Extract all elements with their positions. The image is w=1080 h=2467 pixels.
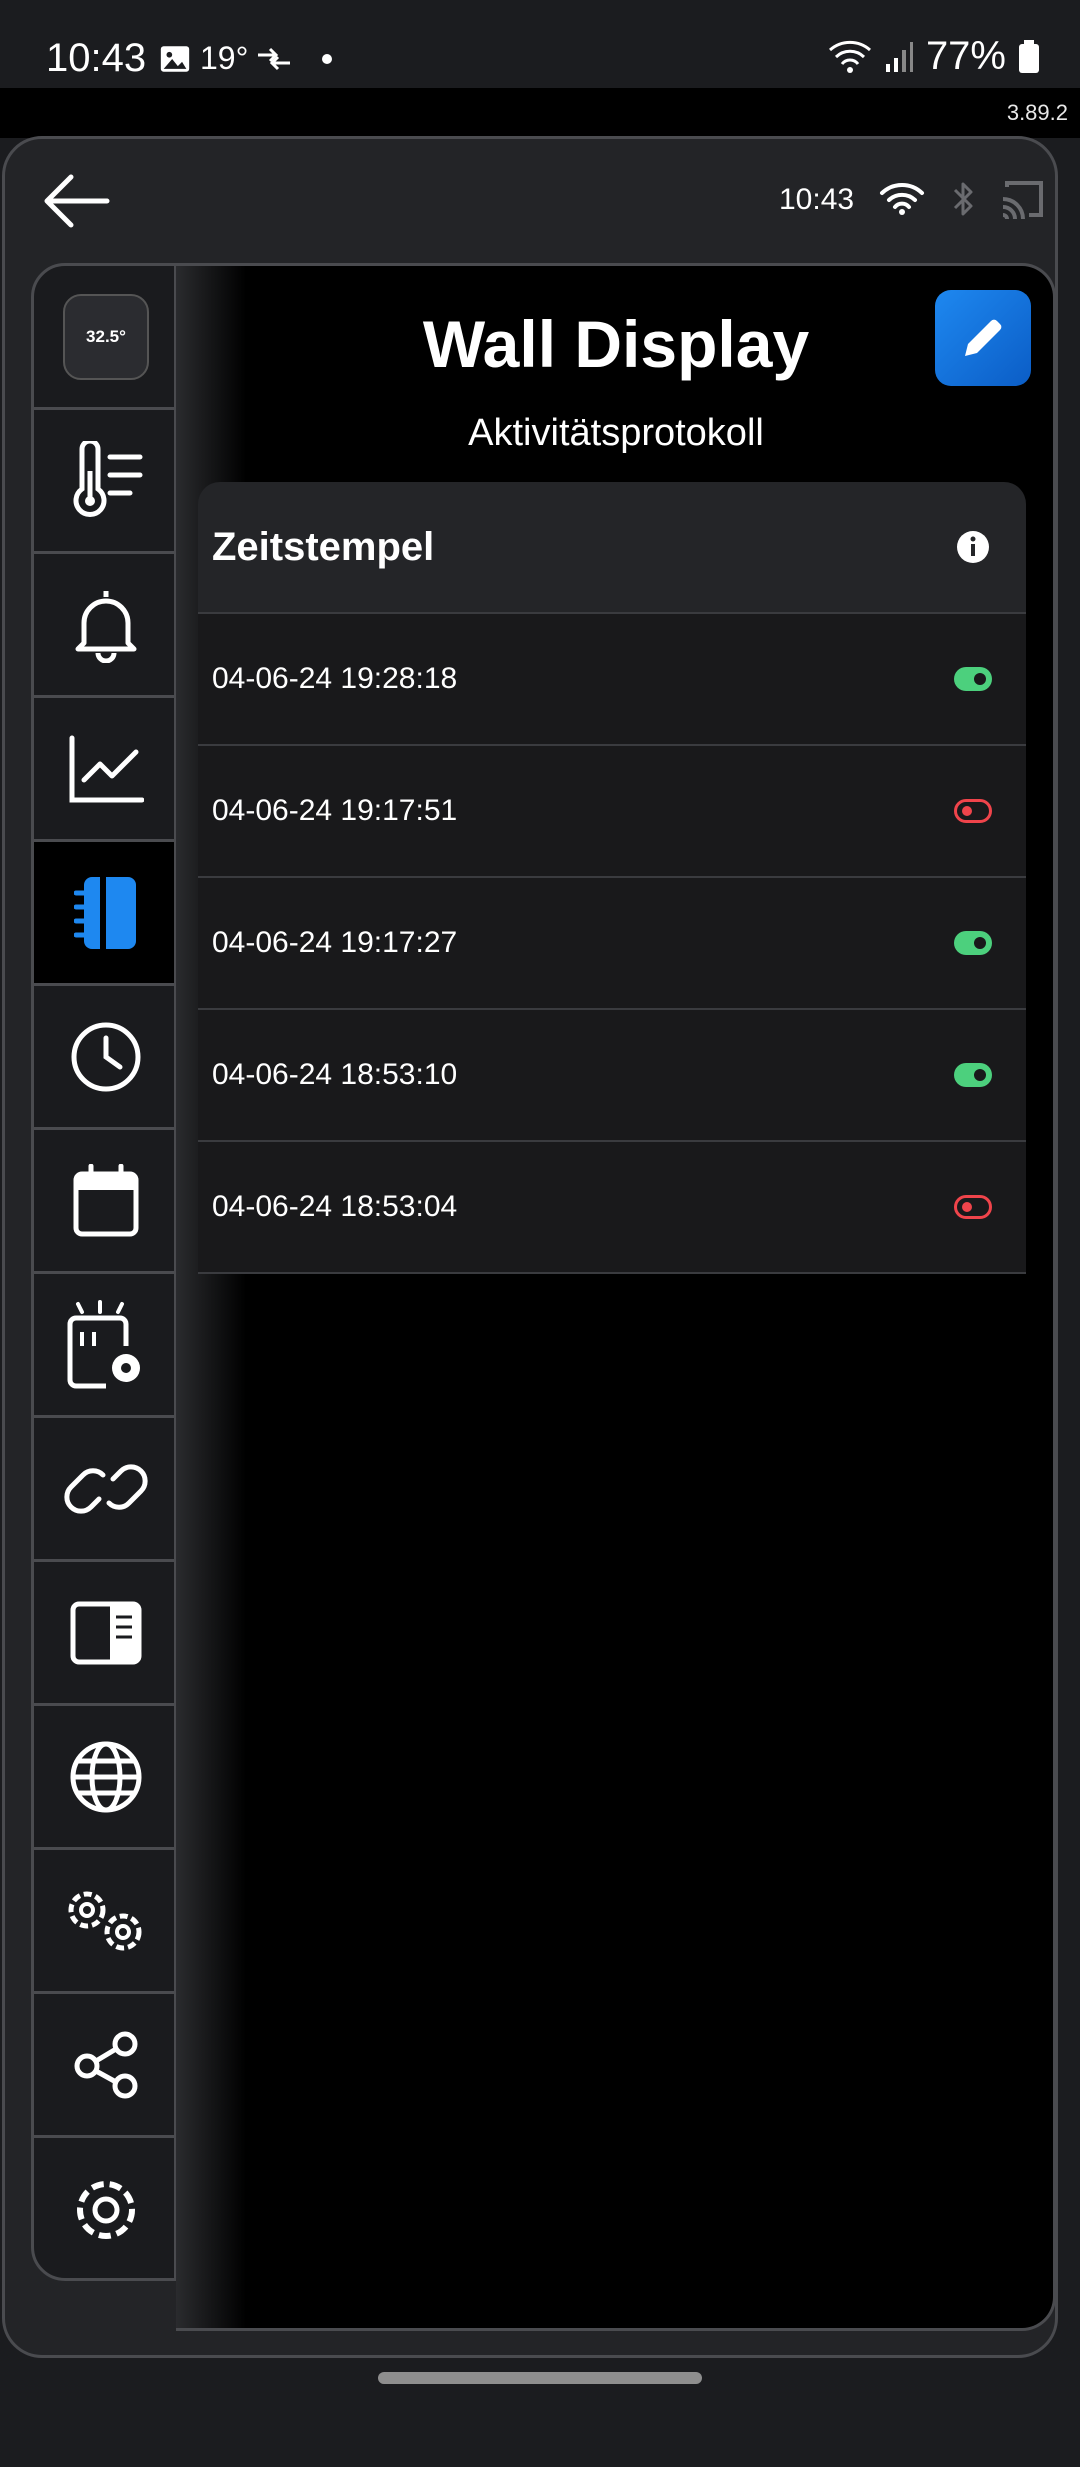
- sidebar-item-links[interactable]: [34, 1418, 174, 1562]
- table-row: 04-06-24 19:17:51: [198, 746, 1026, 878]
- sidebar-item-timers[interactable]: [34, 986, 174, 1130]
- pencil-icon: [965, 319, 1002, 356]
- gears-icon: [68, 1891, 142, 1950]
- notebook-icon: [74, 876, 136, 949]
- gear-icon: [77, 2181, 135, 2239]
- device-settings-icon: [67, 1299, 140, 1388]
- state-on-icon: [954, 1063, 992, 1087]
- system-status-bar: 10:43 19° 77%: [0, 0, 1080, 88]
- bluetooth-icon: [953, 182, 973, 216]
- bell-icon: [75, 590, 137, 663]
- sidebar-item-activity-log[interactable]: [34, 842, 174, 986]
- table-row: 04-06-24 19:28:18: [198, 614, 1026, 746]
- state-on-icon: [954, 667, 992, 691]
- line-chart-icon: [69, 735, 144, 802]
- main-panel: Wall Display Aktivitätsprotokoll Zeitste…: [176, 263, 1056, 2331]
- app-top-bar: 10:43: [5, 139, 1055, 259]
- chain-link-icon: [64, 1463, 148, 1514]
- data-transfer-icon: [258, 47, 291, 70]
- page-title: Wall Display: [422, 307, 810, 381]
- status-time: 10:43: [46, 36, 147, 80]
- cast-icon: [1002, 181, 1043, 219]
- sidebar-item-notifications[interactable]: [34, 554, 174, 698]
- wifi-status-icon: [828, 40, 871, 73]
- status-right-icons: 77%: [828, 34, 1040, 79]
- state-off-icon: [954, 1195, 992, 1219]
- table-row: 04-06-24 18:53:04: [198, 1142, 1026, 1274]
- calendar-icon: [73, 1163, 139, 1236]
- back-arrow-icon[interactable]: [41, 171, 111, 231]
- row-timestamp: 04-06-24 18:53:10: [212, 1058, 458, 1091]
- column-header-timestamp: Zeitstempel: [212, 524, 435, 569]
- sidebar-item-layout[interactable]: [34, 1562, 174, 1706]
- version-strip: [0, 88, 1080, 138]
- edit-button[interactable]: [935, 290, 1031, 386]
- panel-layout-icon: [70, 1601, 142, 1664]
- sidebar-nav: 32.5°: [31, 263, 177, 2281]
- table-header: Zeitstempel: [198, 482, 1026, 614]
- share-icon: [74, 2031, 138, 2098]
- state-on-icon: [954, 931, 992, 955]
- signal-icon: [885, 41, 913, 72]
- row-timestamp: 04-06-24 18:53:04: [212, 1190, 458, 1223]
- info-icon[interactable]: [956, 530, 990, 564]
- battery-percentage: 77%: [925, 34, 1006, 78]
- status-temperature: 19°: [200, 40, 249, 76]
- state-off-icon: [954, 799, 992, 823]
- battery-icon: [1019, 39, 1039, 73]
- sidebar-item-thumbnail[interactable]: 32.5°: [34, 266, 174, 410]
- row-timestamp: 04-06-24 19:17:51: [212, 794, 458, 827]
- page-subtitle: Aktivitätsprotokoll: [468, 412, 764, 454]
- sidebar-item-charts[interactable]: [34, 698, 174, 842]
- thermometer-list-icon: [73, 440, 143, 517]
- row-timestamp: 04-06-24 19:28:18: [212, 662, 458, 695]
- app-frame: 10:43 32.5° Wall Display Aktivitätsproto…: [2, 136, 1058, 2358]
- home-gesture-bar[interactable]: [378, 2372, 702, 2384]
- sidebar-item-settings[interactable]: [34, 2138, 174, 2278]
- globe-icon: [70, 1741, 142, 1812]
- app-version: 3.89.2: [1006, 100, 1068, 125]
- table-row: 04-06-24 19:17:27: [198, 878, 1026, 1010]
- wifi-icon: [880, 183, 924, 215]
- sidebar-item-share[interactable]: [34, 1994, 174, 2138]
- clock-icon: [71, 1022, 141, 1091]
- device-time: 10:43: [779, 183, 855, 216]
- notification-dot-icon: [322, 53, 333, 64]
- sidebar-item-scenes[interactable]: [34, 1274, 174, 1418]
- thumbnail-temperature: 32.5°: [86, 326, 126, 346]
- app-content: 32.5° Wall Display Aktivitätsprotokoll Z…: [31, 263, 1061, 2467]
- device-status-icons: [879, 179, 1043, 219]
- table-row: 04-06-24 18:53:10: [198, 1010, 1026, 1142]
- activity-log-table: Zeitstempel 04-06-24 19:28:18 04-06-24 1…: [198, 482, 1026, 1274]
- status-left-icons: 19°: [158, 40, 333, 77]
- sidebar-item-web[interactable]: [34, 1706, 174, 1850]
- row-timestamp: 04-06-24 19:17:27: [212, 926, 458, 959]
- sidebar-item-advanced-settings[interactable]: [34, 1850, 174, 1994]
- sidebar-item-schedule[interactable]: [34, 1130, 174, 1274]
- image-icon: [160, 45, 190, 72]
- sidebar-item-sensors[interactable]: [34, 410, 174, 554]
- device-thumbnail-icon: 32.5°: [63, 293, 149, 380]
